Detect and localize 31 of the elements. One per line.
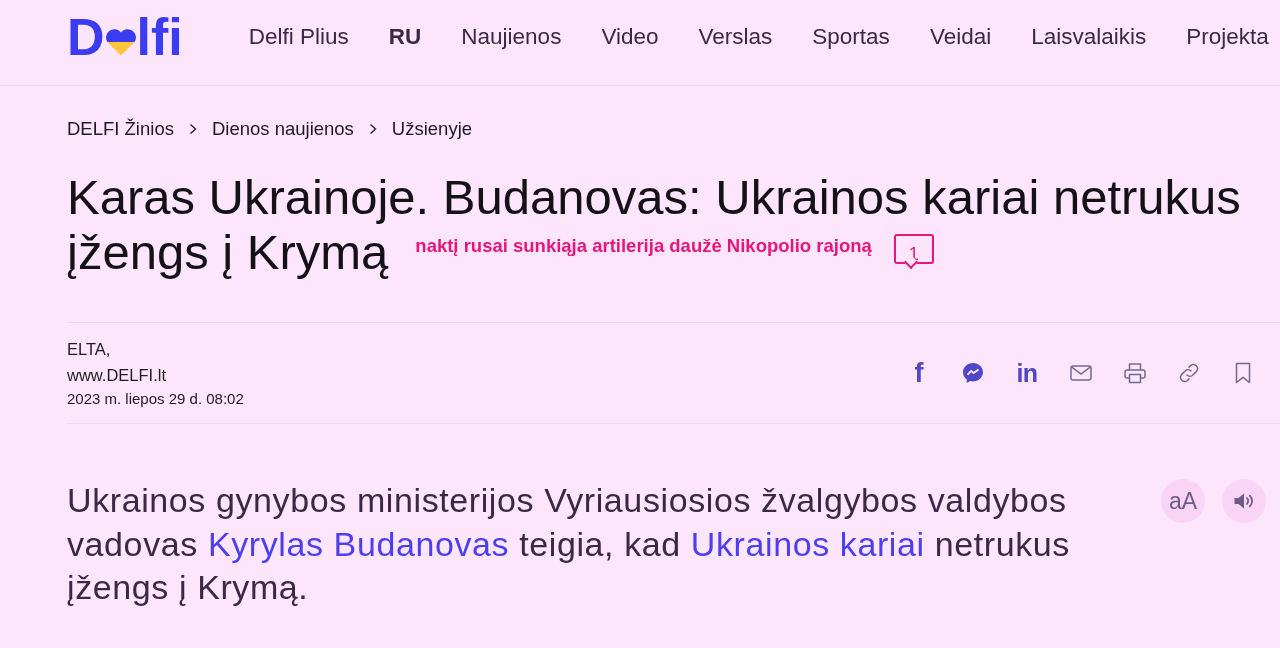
messenger-icon	[961, 361, 985, 385]
breadcrumb-link[interactable]: Dienos naujienos	[211, 118, 354, 140]
author-text: www.DELFI.lt	[67, 365, 168, 386]
heart-icon	[104, 27, 137, 56]
author-text: ELTA,	[67, 339, 112, 360]
article-link[interactable]: Ukrainos kariai	[690, 524, 925, 563]
live-update-link[interactable]: naktį rusai sunkiąja artilerija daužė Nikopolio rajoną	[415, 235, 872, 256]
nav-link[interactable]: Laisvalaikis	[1031, 23, 1147, 50]
nav-link[interactable]: Verslas	[698, 23, 773, 50]
nav-link[interactable]: Naujienos	[461, 23, 562, 50]
printer-icon	[1123, 361, 1147, 385]
chevron-icon	[188, 123, 197, 135]
nav-link[interactable]: RU	[388, 23, 422, 50]
breadcrumb-link[interactable]: DELFI Žinios	[67, 118, 174, 140]
linkedin-button[interactable]: in	[1012, 358, 1042, 388]
nav-link[interactable]: Delfi Plius	[248, 23, 349, 50]
logo-text: D	[67, 10, 105, 63]
nav-link[interactable]: Projekta	[1186, 23, 1269, 50]
chevron-icon	[368, 123, 377, 135]
font-size-button[interactable]: aA	[1161, 479, 1205, 523]
logo-text: lfi	[136, 10, 183, 63]
nav-link[interactable]: Sportas	[812, 23, 890, 50]
link-icon	[1177, 361, 1201, 385]
facebook-button[interactable]: f	[904, 358, 934, 388]
lead-paragraph: Ukrainos gynybos ministerijos Vyriausiosios žvalgybos valdybos vadovas Kyrylas Budanovas teigia, kad Ukrainos kariai netrukus įžengs į Krymą.	[67, 480, 1071, 608]
article-link[interactable]: Kyrylas Budanovas	[207, 524, 510, 563]
listen-button[interactable]	[1222, 479, 1266, 523]
nav-link[interactable]: Veidai	[929, 23, 992, 50]
nav-link[interactable]: Video	[601, 23, 659, 50]
publish-date: 2023 m. liepos 29 d. 08:02	[67, 389, 244, 409]
breadcrumb-link[interactable]: Užsienyje	[391, 118, 473, 140]
